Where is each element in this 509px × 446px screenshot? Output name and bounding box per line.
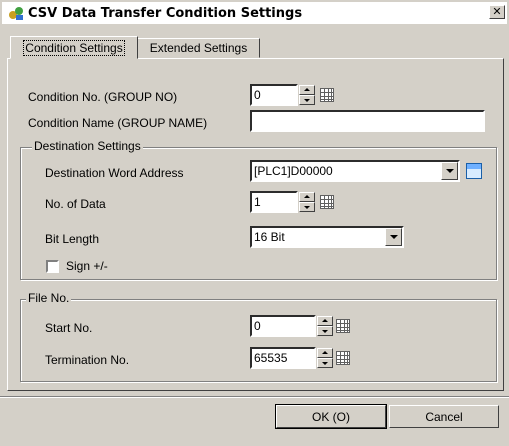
bit-length-label: Bit Length	[45, 232, 100, 246]
keypad-icon[interactable]	[336, 351, 350, 365]
file-no-heading: File No.	[26, 291, 72, 305]
condition-name-label: Condition Name (GROUP NAME)	[28, 116, 208, 130]
bit-length-dropdown-button[interactable]	[385, 228, 402, 246]
keypad-icon[interactable]	[320, 195, 334, 209]
data-count-input[interactable]: 1	[250, 191, 298, 213]
start-no-input[interactable]: 0	[250, 315, 316, 337]
close-icon: ✕	[492, 6, 502, 18]
file-no-group	[20, 299, 497, 382]
destination-address-dropdown[interactable]: [PLC1]D00000	[250, 160, 460, 182]
condition-name-input[interactable]	[250, 110, 485, 132]
data-count-label: No. of Data	[45, 197, 106, 211]
keypad-icon[interactable]	[336, 319, 350, 333]
start-no-stepper[interactable]	[317, 316, 333, 336]
dialog-title: CSV Data Transfer Condition Settings	[28, 5, 303, 21]
bit-length-dropdown[interactable]: 16 Bit	[250, 226, 404, 248]
condition-no-stepper[interactable]	[299, 85, 315, 105]
destination-address-dropdown-button[interactable]	[441, 162, 458, 180]
sign-checkbox[interactable]	[46, 260, 59, 273]
start-no-label: Start No.	[45, 321, 93, 335]
cancel-button[interactable]: Cancel	[389, 405, 499, 428]
ok-button[interactable]: OK (O)	[275, 404, 387, 429]
condition-no-label: Condition No. (GROUP NO)	[28, 90, 178, 104]
destination-address-label: Destination Word Address	[45, 166, 184, 180]
dialog-window: CSV Data Transfer Condition Settings ✕ C…	[0, 0, 509, 446]
address-input-icon[interactable]	[466, 163, 482, 179]
destination-settings-heading: Destination Settings	[32, 139, 143, 153]
termination-no-label: Termination No.	[45, 353, 130, 367]
csv-transfer-icon	[9, 7, 23, 20]
tab-condition-settings[interactable]: Condition Settings	[10, 36, 138, 59]
data-count-stepper[interactable]	[299, 192, 315, 212]
termination-no-stepper[interactable]	[317, 348, 333, 368]
tab-extended-settings[interactable]: Extended Settings	[137, 38, 260, 58]
footer-divider	[0, 396, 509, 398]
sign-label: Sign +/-	[66, 259, 108, 273]
keypad-icon[interactable]	[320, 88, 334, 102]
condition-no-input[interactable]: 0	[250, 84, 298, 106]
title-bar: CSV Data Transfer Condition Settings ✕	[2, 2, 507, 24]
close-button[interactable]: ✕	[489, 5, 505, 19]
termination-no-input[interactable]: 65535	[250, 347, 316, 369]
